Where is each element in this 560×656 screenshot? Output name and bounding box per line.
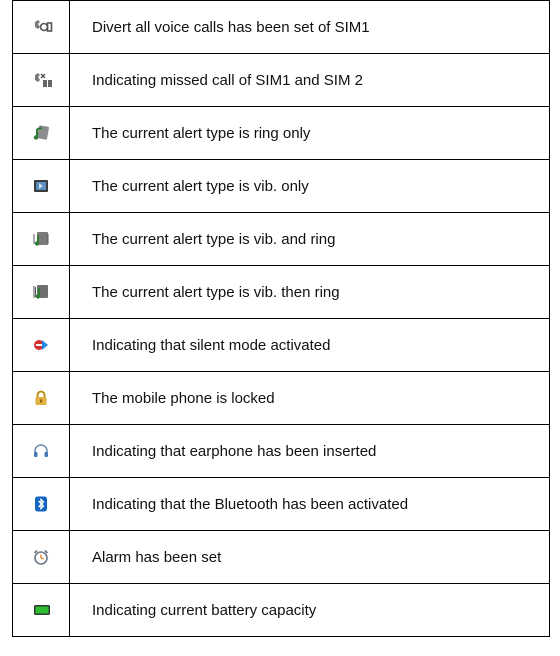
table-row: The current alert type is vib. and ring bbox=[12, 212, 550, 266]
bluetooth-icon bbox=[33, 496, 49, 512]
row-description: The mobile phone is locked bbox=[69, 371, 550, 425]
table-row: The current alert type is vib. then ring bbox=[12, 265, 550, 319]
lock-icon bbox=[33, 390, 49, 406]
battery-icon bbox=[33, 602, 50, 618]
table-row: Divert all voice calls has been set of S… bbox=[12, 0, 550, 54]
icon-cell bbox=[12, 477, 70, 531]
icon-cell bbox=[12, 265, 70, 319]
row-description: Indicating missed call of SIM1 and SIM 2 bbox=[69, 53, 550, 107]
table-row: Indicating missed call of SIM1 and SIM 2 bbox=[12, 53, 550, 107]
divert-calls-icon bbox=[33, 19, 53, 35]
table-row: The current alert type is vib. only bbox=[12, 159, 550, 213]
icon-cell bbox=[12, 106, 70, 160]
icon-cell bbox=[12, 530, 70, 584]
row-description: The current alert type is vib. then ring bbox=[69, 265, 550, 319]
silent-mode-icon bbox=[33, 337, 49, 353]
icon-cell bbox=[12, 371, 70, 425]
ring-only-icon bbox=[33, 125, 49, 141]
table-row: Indicating that earphone has been insert… bbox=[12, 424, 550, 478]
icon-cell bbox=[12, 583, 70, 637]
vibrate-only-icon bbox=[33, 178, 49, 194]
earphone-icon bbox=[33, 443, 49, 459]
status-icon-table: Divert all voice calls has been set of S… bbox=[12, 0, 550, 637]
table-row: Alarm has been set bbox=[12, 530, 550, 584]
table-row: Indicating that the Bluetooth has been a… bbox=[12, 477, 550, 531]
row-description: Indicating that the Bluetooth has been a… bbox=[69, 477, 550, 531]
icon-cell bbox=[12, 53, 70, 107]
row-description: Indicating that earphone has been insert… bbox=[69, 424, 550, 478]
icon-cell bbox=[12, 424, 70, 478]
vib-then-ring-icon bbox=[33, 284, 49, 300]
table-row: Indicating that silent mode activated bbox=[12, 318, 550, 372]
row-description: The current alert type is vib. and ring bbox=[69, 212, 550, 266]
table-row: Indicating current battery capacity bbox=[12, 583, 550, 637]
row-description: Divert all voice calls has been set of S… bbox=[69, 0, 550, 54]
vib-and-ring-icon bbox=[33, 231, 49, 247]
missed-call-icon bbox=[33, 72, 52, 88]
row-description: The current alert type is vib. only bbox=[69, 159, 550, 213]
table-row: The current alert type is ring only bbox=[12, 106, 550, 160]
alarm-clock-icon bbox=[33, 549, 49, 565]
icon-cell bbox=[12, 0, 70, 54]
table-row: The mobile phone is locked bbox=[12, 371, 550, 425]
row-description: Indicating that silent mode activated bbox=[69, 318, 550, 372]
icon-cell bbox=[12, 318, 70, 372]
icon-cell bbox=[12, 159, 70, 213]
icon-cell bbox=[12, 212, 70, 266]
row-description: Indicating current battery capacity bbox=[69, 583, 550, 637]
row-description: Alarm has been set bbox=[69, 530, 550, 584]
row-description: The current alert type is ring only bbox=[69, 106, 550, 160]
